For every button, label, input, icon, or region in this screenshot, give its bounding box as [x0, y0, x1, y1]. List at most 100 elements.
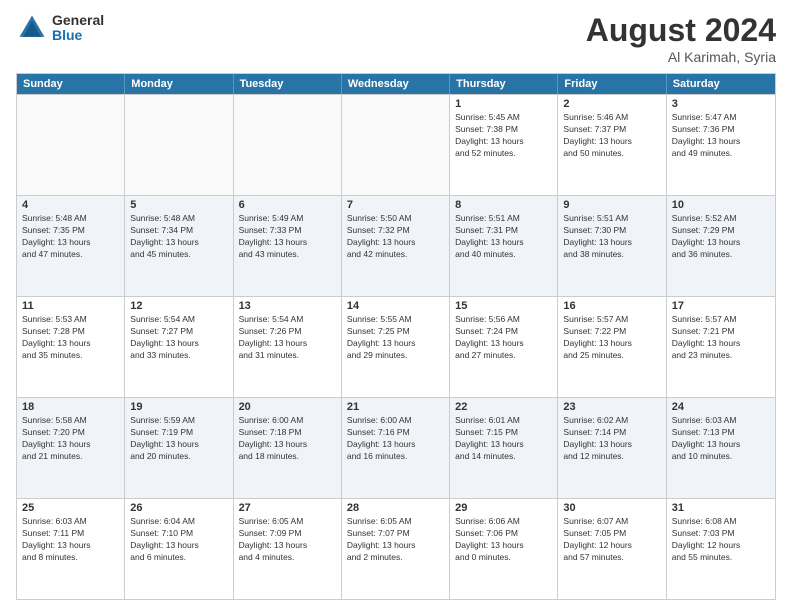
- calendar-cell: 22 Sunrise: 6:01 AM Sunset: 7:15 PM Dayli…: [450, 398, 558, 498]
- day-number: 6: [239, 199, 336, 211]
- day-number: 27: [239, 502, 336, 514]
- calendar-cell: [234, 95, 342, 195]
- calendar-cell: 5 Sunrise: 5:48 AM Sunset: 7:34 PM Daylig…: [125, 196, 233, 296]
- day-number: 30: [563, 502, 660, 514]
- calendar-cell: 18 Sunrise: 5:58 AM Sunset: 7:20 PM Dayli…: [17, 398, 125, 498]
- day-info: Sunrise: 6:05 AM Sunset: 7:07 PM Dayligh…: [347, 516, 444, 564]
- calendar-day-header: Sunday: [17, 74, 125, 94]
- day-info: Sunrise: 5:47 AM Sunset: 7:36 PM Dayligh…: [672, 112, 770, 160]
- day-number: 5: [130, 199, 227, 211]
- calendar-day-header: Saturday: [667, 74, 775, 94]
- day-info: Sunrise: 5:48 AM Sunset: 7:35 PM Dayligh…: [22, 213, 119, 261]
- calendar-cell: 12Sunrise: 5:54 AM Sunset: 7:27 PM Dayli…: [125, 297, 233, 397]
- day-number: 2: [563, 98, 660, 110]
- calendar-day-header: Monday: [125, 74, 233, 94]
- day-number: 7: [347, 199, 444, 211]
- calendar-cell: 26Sunrise: 6:04 AM Sunset: 7:10 PM Dayli…: [125, 499, 233, 599]
- day-info: Sunrise: 6:03 AM Sunset: 7:11 PM Dayligh…: [22, 516, 119, 564]
- day-info: Sunrise: 5:51 AM Sunset: 7:30 PM Dayligh…: [563, 213, 660, 261]
- calendar-week-row: 25Sunrise: 6:03 AM Sunset: 7:11 PM Dayli…: [17, 498, 775, 599]
- calendar-cell: 21 Sunrise: 6:00 AM Sunset: 7:16 PM Dayli…: [342, 398, 450, 498]
- day-info: Sunrise: 5:52 AM Sunset: 7:29 PM Dayligh…: [672, 213, 770, 261]
- calendar-cell: 30 Sunrise: 6:07 AM Sunset: 7:05 PM Dayli…: [558, 499, 666, 599]
- calendar-cell: 20 Sunrise: 6:00 AM Sunset: 7:18 PM Dayli…: [234, 398, 342, 498]
- day-number: 22: [455, 401, 552, 413]
- calendar-day-header: Wednesday: [342, 74, 450, 94]
- calendar-cell: 7 Sunrise: 5:50 AM Sunset: 7:32 PM Daylig…: [342, 196, 450, 296]
- calendar-cell: 16Sunrise: 5:57 AM Sunset: 7:22 PM Dayli…: [558, 297, 666, 397]
- day-info: Sunrise: 6:02 AM Sunset: 7:14 PM Dayligh…: [563, 415, 660, 463]
- calendar-cell: 1 Sunrise: 5:45 AM Sunset: 7:38 PM Daylig…: [450, 95, 558, 195]
- day-info: Sunrise: 6:08 AM Sunset: 7:03 PM Dayligh…: [672, 516, 770, 564]
- title-block: August 2024 Al Karimah, Syria: [586, 12, 776, 65]
- day-info: Sunrise: 5:55 AM Sunset: 7:25 PM Dayligh…: [347, 314, 444, 362]
- day-number: 8: [455, 199, 552, 211]
- day-number: 14: [347, 300, 444, 312]
- day-number: 18: [22, 401, 119, 413]
- calendar-week-row: 11 Sunrise: 5:53 AM Sunset: 7:28 PM Dayli…: [17, 296, 775, 397]
- day-info: Sunrise: 6:00 AM Sunset: 7:16 PM Dayligh…: [347, 415, 444, 463]
- calendar-cell: 2 Sunrise: 5:46 AM Sunset: 7:37 PM Daylig…: [558, 95, 666, 195]
- day-info: Sunrise: 5:58 AM Sunset: 7:20 PM Dayligh…: [22, 415, 119, 463]
- day-info: Sunrise: 6:04 AM Sunset: 7:10 PM Dayligh…: [130, 516, 227, 564]
- calendar-cell: 15Sunrise: 5:56 AM Sunset: 7:24 PM Dayli…: [450, 297, 558, 397]
- day-info: Sunrise: 5:56 AM Sunset: 7:24 PM Dayligh…: [455, 314, 552, 362]
- day-info: Sunrise: 5:53 AM Sunset: 7:28 PM Dayligh…: [22, 314, 119, 362]
- calendar: SundayMondayTuesdayWednesdayThursdayFrid…: [16, 73, 776, 600]
- logo: General Blue: [16, 12, 104, 44]
- day-info: Sunrise: 5:54 AM Sunset: 7:26 PM Dayligh…: [239, 314, 336, 362]
- calendar-cell: 9Sunrise: 5:51 AM Sunset: 7:30 PM Daylig…: [558, 196, 666, 296]
- day-number: 11: [22, 300, 119, 312]
- calendar-day-header: Tuesday: [234, 74, 342, 94]
- day-info: Sunrise: 6:00 AM Sunset: 7:18 PM Dayligh…: [239, 415, 336, 463]
- day-number: 13: [239, 300, 336, 312]
- calendar-cell: [342, 95, 450, 195]
- day-number: 24: [672, 401, 770, 413]
- day-number: 3: [672, 98, 770, 110]
- calendar-cell: 6Sunrise: 5:49 AM Sunset: 7:33 PM Daylig…: [234, 196, 342, 296]
- day-info: Sunrise: 5:50 AM Sunset: 7:32 PM Dayligh…: [347, 213, 444, 261]
- logo-general: General: [52, 13, 104, 28]
- calendar-cell: 8 Sunrise: 5:51 AM Sunset: 7:31 PM Daylig…: [450, 196, 558, 296]
- subtitle: Al Karimah, Syria: [586, 49, 776, 65]
- day-number: 19: [130, 401, 227, 413]
- logo-icon: [16, 12, 48, 44]
- day-info: Sunrise: 5:57 AM Sunset: 7:22 PM Dayligh…: [563, 314, 660, 362]
- day-info: Sunrise: 6:01 AM Sunset: 7:15 PM Dayligh…: [455, 415, 552, 463]
- day-number: 28: [347, 502, 444, 514]
- calendar-cell: 25Sunrise: 6:03 AM Sunset: 7:11 PM Dayli…: [17, 499, 125, 599]
- day-info: Sunrise: 6:06 AM Sunset: 7:06 PM Dayligh…: [455, 516, 552, 564]
- day-number: 10: [672, 199, 770, 211]
- logo-text: General Blue: [52, 13, 104, 44]
- calendar-cell: 31 Sunrise: 6:08 AM Sunset: 7:03 PM Dayli…: [667, 499, 775, 599]
- calendar-week-row: 4Sunrise: 5:48 AM Sunset: 7:35 PM Daylig…: [17, 195, 775, 296]
- calendar-cell: 29 Sunrise: 6:06 AM Sunset: 7:06 PM Dayli…: [450, 499, 558, 599]
- calendar-cell: 27 Sunrise: 6:05 AM Sunset: 7:09 PM Dayli…: [234, 499, 342, 599]
- calendar-week-row: 18 Sunrise: 5:58 AM Sunset: 7:20 PM Dayli…: [17, 397, 775, 498]
- day-info: Sunrise: 5:45 AM Sunset: 7:38 PM Dayligh…: [455, 112, 552, 160]
- day-number: 21: [347, 401, 444, 413]
- day-number: 20: [239, 401, 336, 413]
- page: General Blue August 2024 Al Karimah, Syr…: [0, 0, 792, 612]
- day-info: Sunrise: 6:05 AM Sunset: 7:09 PM Dayligh…: [239, 516, 336, 564]
- calendar-cell: [17, 95, 125, 195]
- day-info: Sunrise: 6:07 AM Sunset: 7:05 PM Dayligh…: [563, 516, 660, 564]
- calendar-week-row: 1 Sunrise: 5:45 AM Sunset: 7:38 PM Daylig…: [17, 94, 775, 195]
- calendar-cell: 4Sunrise: 5:48 AM Sunset: 7:35 PM Daylig…: [17, 196, 125, 296]
- calendar-body: 1 Sunrise: 5:45 AM Sunset: 7:38 PM Daylig…: [17, 94, 775, 599]
- month-title: August 2024: [586, 12, 776, 49]
- calendar-cell: 10 Sunrise: 5:52 AM Sunset: 7:29 PM Dayli…: [667, 196, 775, 296]
- day-number: 23: [563, 401, 660, 413]
- calendar-cell: 13 Sunrise: 5:54 AM Sunset: 7:26 PM Dayli…: [234, 297, 342, 397]
- day-number: 31: [672, 502, 770, 514]
- day-info: Sunrise: 5:59 AM Sunset: 7:19 PM Dayligh…: [130, 415, 227, 463]
- calendar-cell: 28 Sunrise: 6:05 AM Sunset: 7:07 PM Dayli…: [342, 499, 450, 599]
- day-info: Sunrise: 6:03 AM Sunset: 7:13 PM Dayligh…: [672, 415, 770, 463]
- day-number: 1: [455, 98, 552, 110]
- day-info: Sunrise: 5:51 AM Sunset: 7:31 PM Dayligh…: [455, 213, 552, 261]
- day-info: Sunrise: 5:48 AM Sunset: 7:34 PM Dayligh…: [130, 213, 227, 261]
- day-info: Sunrise: 5:46 AM Sunset: 7:37 PM Dayligh…: [563, 112, 660, 160]
- day-number: 29: [455, 502, 552, 514]
- day-info: Sunrise: 5:54 AM Sunset: 7:27 PM Dayligh…: [130, 314, 227, 362]
- calendar-cell: 23 Sunrise: 6:02 AM Sunset: 7:14 PM Dayli…: [558, 398, 666, 498]
